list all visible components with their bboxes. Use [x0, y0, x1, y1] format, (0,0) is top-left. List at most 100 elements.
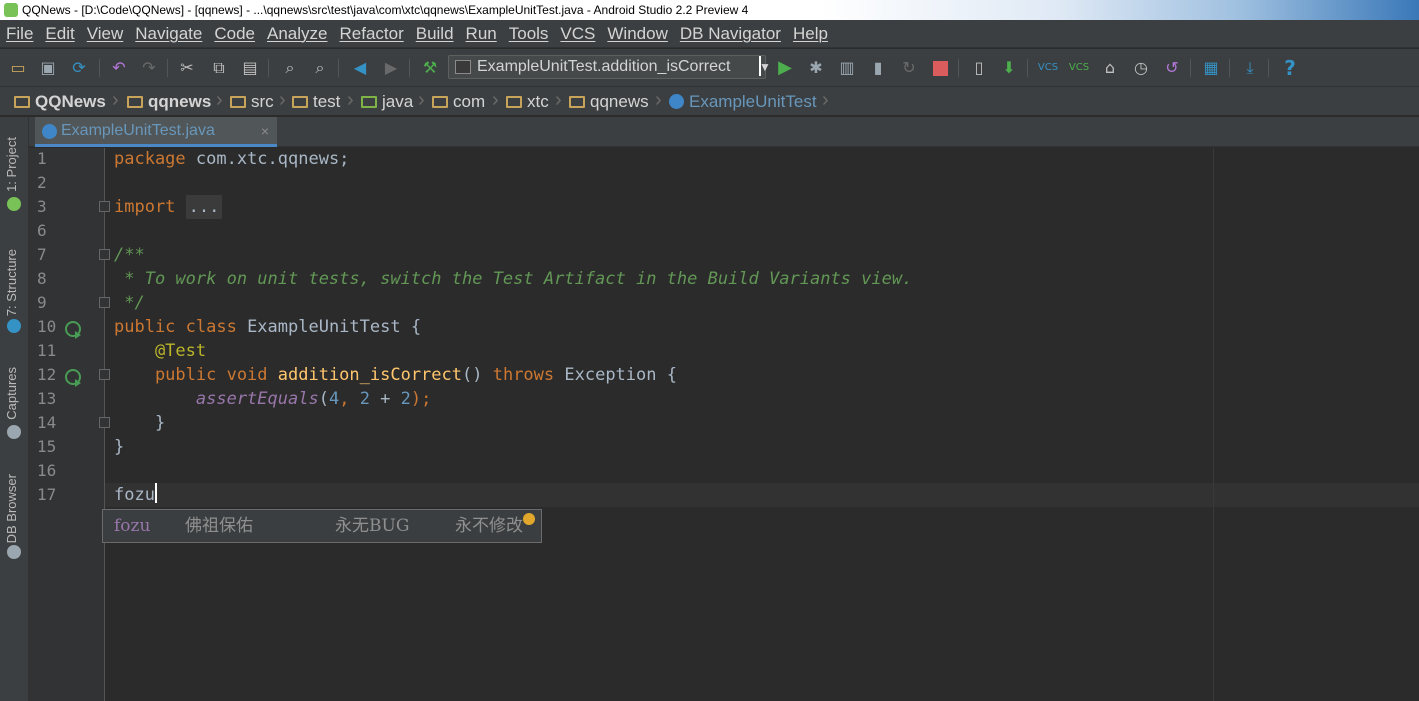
breadcrumb-src[interactable]: src	[230, 91, 274, 113]
replace-icon[interactable]: ⌕	[309, 57, 331, 79]
test-config-icon	[455, 60, 471, 74]
close-tab-icon[interactable]: ×	[261, 117, 269, 145]
code-editor[interactable]	[105, 148, 1419, 701]
menu-analyze[interactable]: Analyze	[267, 24, 327, 44]
folder-icon	[127, 96, 143, 108]
editor-tab-label: ExampleUnitTest.java	[61, 122, 215, 139]
line-number: 16	[37, 461, 57, 480]
menu-refactor[interactable]: Refactor	[339, 24, 403, 44]
coverage-icon[interactable]: ▥	[836, 57, 858, 79]
sdk-manager-icon[interactable]: ⬇	[998, 57, 1020, 79]
redo-icon[interactable]: ↷	[138, 57, 160, 79]
package-icon	[432, 96, 448, 108]
project-structure-icon[interactable]: ▦	[1200, 57, 1222, 79]
menu-code[interactable]: Code	[214, 24, 255, 44]
lightbulb-icon[interactable]	[523, 513, 535, 525]
line-number: 3	[37, 197, 47, 216]
code-line-8: * To work on unit tests, switch the Test…	[114, 269, 913, 289]
menu-window[interactable]: Window	[607, 24, 667, 44]
expand-fold-icon[interactable]	[99, 201, 110, 212]
live-template-completion-popup[interactable]: fozu 佛祖保佑 永无BUG 永不修改	[102, 509, 542, 543]
line-number: 10	[37, 317, 57, 336]
sync-icon[interactable]: ⟳	[68, 57, 90, 79]
breadcrumb-qqnews-module[interactable]: qqnews	[127, 91, 211, 113]
help-icon[interactable]: ?	[1279, 57, 1301, 79]
package-icon	[569, 96, 585, 108]
menu-run[interactable]: Run	[466, 24, 497, 44]
menu-build[interactable]: Build	[416, 24, 454, 44]
vcs-commit-icon[interactable]: VCS	[1068, 57, 1090, 79]
code-line-9: */	[114, 293, 145, 313]
code-line-7: /**	[114, 245, 145, 265]
menu-file[interactable]: File	[6, 24, 33, 44]
breadcrumb-class[interactable]: ExampleUnitTest	[669, 91, 817, 113]
structure-icon	[7, 319, 21, 333]
vcs-history-icon[interactable]: ⌂	[1099, 57, 1121, 79]
run-test-method-icon[interactable]	[65, 369, 81, 387]
back-icon[interactable]: ◀	[349, 57, 371, 79]
line-number: 15	[37, 437, 57, 456]
menu-view[interactable]: View	[87, 24, 124, 44]
profile-icon[interactable]: ▮	[867, 57, 889, 79]
stop-icon[interactable]	[929, 57, 951, 79]
breadcrumb-test[interactable]: test	[292, 91, 340, 113]
revert-icon[interactable]: ↺	[1161, 57, 1183, 79]
avd-manager-icon[interactable]: ▯	[968, 57, 990, 79]
database-icon	[7, 545, 21, 559]
make-project-icon[interactable]: ⚒	[419, 57, 441, 79]
download-icon[interactable]: ⤓	[1239, 57, 1261, 79]
line-number: 12	[37, 365, 57, 384]
breadcrumb-qqnews-project[interactable]: QQNews	[14, 91, 106, 113]
run-configuration-dropdown[interactable]: ExampleUnitTest.addition_isCorrect ▼	[448, 55, 771, 79]
folded-imports[interactable]: ...	[185, 195, 223, 219]
chevron-right-icon: ›	[347, 89, 354, 111]
find-icon[interactable]: ⌕	[279, 57, 301, 79]
run-icon[interactable]: ▶	[774, 57, 796, 79]
code-line-11: @Test	[114, 341, 207, 361]
menu-navigate[interactable]: Navigate	[135, 24, 202, 44]
collapse-fold-icon[interactable]	[99, 249, 110, 260]
code-line-1: package com.xtc.qqnews;	[114, 149, 350, 169]
collapse-fold-icon[interactable]	[99, 297, 110, 308]
breadcrumb-java[interactable]: java	[361, 91, 413, 113]
paste-icon[interactable]: ▤	[239, 57, 261, 79]
debug-icon[interactable]: ✱	[805, 57, 827, 79]
menu-bar: File Edit View Navigate Code Analyze Ref…	[0, 20, 1419, 48]
line-number: 14	[37, 413, 57, 432]
menu-vcs[interactable]: VCS	[560, 24, 595, 44]
vcs-update-icon[interactable]: VCS	[1037, 57, 1059, 79]
attach-debugger-icon[interactable]: ↻	[898, 57, 920, 79]
undo-icon[interactable]: ↶	[108, 57, 130, 79]
breadcrumb-com[interactable]: com	[432, 91, 485, 113]
copy-icon[interactable]: ⧉	[208, 57, 230, 79]
tab-captures[interactable]: Captures	[4, 367, 19, 420]
menu-edit[interactable]: Edit	[45, 24, 74, 44]
collapse-fold-icon[interactable]	[99, 417, 110, 428]
open-folder-icon[interactable]: ▭	[7, 57, 29, 79]
tab-project[interactable]: 1: Project	[4, 137, 19, 192]
completion-keyword[interactable]: fozu	[114, 510, 150, 542]
line-number: 7	[37, 245, 47, 264]
breadcrumb-xtc[interactable]: xtc	[506, 91, 549, 113]
vcs-compare-icon[interactable]: ◷	[1130, 57, 1152, 79]
editor-tab-exampleunittest[interactable]: ExampleUnitTest.java ×	[35, 117, 277, 147]
tab-structure[interactable]: 7: Structure	[4, 249, 19, 316]
test-class-icon	[42, 124, 57, 139]
cut-icon[interactable]: ✂	[176, 57, 198, 79]
forward-icon[interactable]: ▶	[380, 57, 402, 79]
android-icon	[7, 197, 21, 211]
menu-db-navigator[interactable]: DB Navigator	[680, 24, 781, 44]
line-number: 1	[37, 149, 47, 168]
run-test-class-icon[interactable]	[65, 321, 81, 339]
completion-description-2: 永无BUG	[335, 516, 410, 536]
breadcrumb-qqnews-package[interactable]: qqnews	[569, 91, 649, 113]
menu-tools[interactable]: Tools	[509, 24, 549, 44]
collapse-fold-icon[interactable]	[99, 369, 110, 380]
tab-db-browser[interactable]: DB Browser	[4, 474, 19, 543]
line-number: 9	[37, 293, 47, 312]
save-icon[interactable]: ▣	[37, 57, 59, 79]
window-title: QQNews - [D:\Code\QQNews] - [qqnews] - .…	[22, 3, 749, 17]
chevron-right-icon: ›	[492, 89, 499, 111]
menu-help[interactable]: Help	[793, 24, 828, 44]
test-class-icon	[669, 94, 684, 109]
